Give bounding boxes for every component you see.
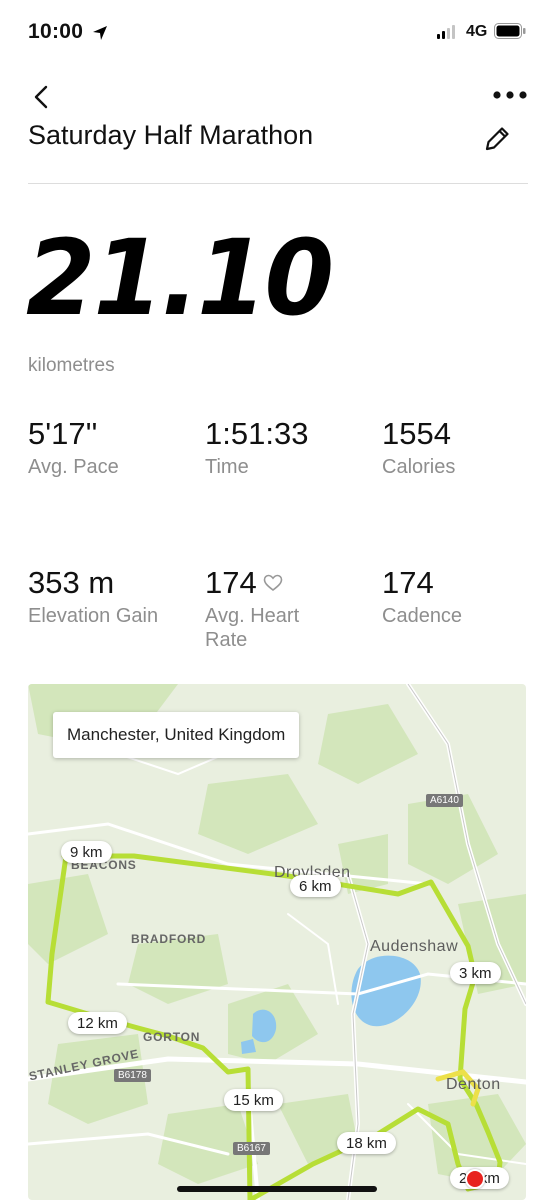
activity-title: Saturday Half Marathon — [28, 120, 314, 150]
km-marker: 18 km — [337, 1132, 396, 1154]
status-bar: 10:00 4G — [0, 0, 554, 66]
home-indicator[interactable] — [177, 1186, 377, 1192]
distance-value: 21.10 — [26, 217, 334, 339]
stat-elevation-gain: 353 m Elevation Gain — [28, 567, 178, 628]
stat-value: 174 — [205, 565, 257, 600]
km-marker: 15 km — [224, 1089, 283, 1111]
stat-value: 1554 — [382, 416, 451, 451]
km-marker: 9 km — [61, 841, 112, 863]
stat-value: 1:51:33 — [205, 416, 309, 451]
stat-label: Cadence — [382, 605, 463, 627]
km-marker: 12 km — [68, 1012, 127, 1034]
network-label: 4G — [466, 23, 488, 40]
km-marker: 3 km — [450, 962, 501, 984]
heart-outline-icon — [263, 574, 283, 591]
stat-label: Avg. Pace — [28, 456, 119, 478]
route-end-marker — [465, 1169, 485, 1189]
stat-label: Elevation Gain — [28, 605, 159, 627]
map-location-label[interactable]: Manchester, United Kingdom — [53, 712, 300, 758]
stat-calories: 1554 Calories — [382, 418, 455, 479]
map-place-label: BRADFORD — [131, 932, 207, 946]
stat-avg-heart-rate: 174 Avg. Heart Rate — [205, 567, 335, 652]
more-dots-icon — [493, 91, 527, 99]
stat-cadence: 174 Cadence — [382, 567, 462, 628]
route-map[interactable]: Manchester, United Kingdom BEACONS Droyl… — [28, 684, 526, 1200]
signal-icon — [437, 25, 455, 39]
road-number-badge: A6140 — [426, 794, 463, 807]
map-place-label: Denton — [446, 1076, 501, 1093]
stat-value: 5'17'' — [28, 416, 98, 451]
map-place-label: GORTON — [143, 1030, 201, 1044]
location-arrow-icon — [92, 25, 108, 46]
km-marker: 6 km — [290, 875, 341, 897]
back-button[interactable] — [28, 82, 58, 112]
more-options-button[interactable] — [492, 86, 528, 104]
road-number-badge: B6167 — [233, 1142, 270, 1155]
stat-value: 353 m — [28, 565, 115, 600]
stat-label: Avg. Heart Rate — [205, 605, 300, 651]
stat-time: 1:51:33 Time — [205, 418, 308, 479]
road-number-badge: B6178 — [114, 1069, 151, 1082]
battery-icon — [494, 23, 526, 44]
distance-unit: kilometres — [28, 355, 115, 376]
edit-title-button[interactable] — [480, 122, 514, 156]
stat-label: Time — [205, 456, 249, 478]
stat-label: Calories — [382, 456, 456, 478]
pencil-icon — [485, 127, 509, 151]
status-time: 10:00 — [28, 20, 84, 43]
map-place-label: Audenshaw — [370, 938, 459, 955]
stat-avg-pace: 5'17'' Avg. Pace — [28, 418, 119, 479]
stat-value: 174 — [382, 565, 434, 600]
header-divider — [28, 183, 528, 184]
back-chevron-icon — [34, 85, 48, 109]
